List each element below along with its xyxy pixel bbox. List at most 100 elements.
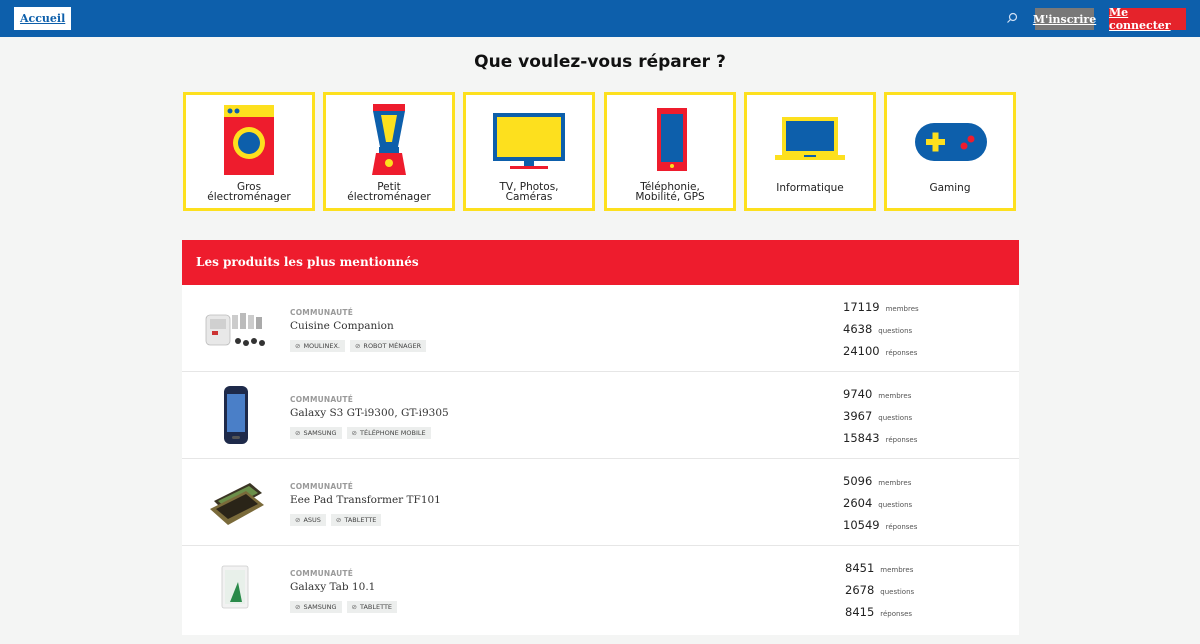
- tag-icon: ⊘: [351, 429, 357, 437]
- home-link[interactable]: Accueil: [14, 7, 72, 30]
- answers-count: 15843: [843, 431, 880, 445]
- questions-stat: 3967 questions: [843, 409, 912, 423]
- questions-label: questions: [880, 588, 915, 596]
- category-label: Informatique: [776, 182, 844, 194]
- tag-icon: ⊘: [295, 603, 301, 611]
- product-tags: ⊘ MOULINEX. ⊘ ROBOT MÉNAGER: [290, 340, 427, 352]
- questions-count: 4638: [843, 322, 873, 336]
- page-title: Que voulez-vous réparer ?: [474, 52, 726, 72]
- tag-label: ROBOT MÉNAGER: [363, 342, 422, 350]
- members-count: 9740: [843, 387, 873, 401]
- product-row[interactable]: COMMUNAUTÉ Galaxy S3 GT-i9300, GT-i9305 …: [182, 372, 1019, 459]
- questions-label: questions: [878, 327, 913, 335]
- answers-count: 10549: [843, 518, 880, 532]
- tag-label: TABLETTE: [344, 516, 377, 524]
- questions-count: 2604: [843, 496, 873, 510]
- members-count: 8451: [845, 561, 875, 575]
- answers-stat: 10549 réponses: [843, 518, 917, 532]
- community-label: COMMUNAUTÉ: [290, 569, 354, 578]
- answers-stat: 24100 réponses: [843, 344, 917, 358]
- food-processor-thumbnail: [205, 313, 265, 346]
- product-tags: ⊘ ASUS ⊘ TABLETTE: [290, 514, 382, 526]
- community-label: COMMUNAUTÉ: [290, 482, 354, 491]
- tag-label: TÉLÉPHONE MOBILE: [360, 429, 426, 437]
- product-row[interactable]: COMMUNAUTÉ Eee Pad Transformer TF101 ⊘ AS…: [182, 459, 1019, 546]
- category-informatique[interactable]: Informatique: [744, 92, 876, 211]
- category-telephonie-mobilite-gps[interactable]: Téléphonie, Mobilité, GPS: [604, 92, 736, 211]
- members-label: membres: [880, 566, 914, 574]
- product-tag[interactable]: ⊘ ASUS: [290, 514, 326, 526]
- answers-stat: 15843 réponses: [843, 431, 917, 445]
- signup-button[interactable]: M'inscrire: [1033, 8, 1096, 30]
- product-row[interactable]: COMMUNAUTÉ Cuisine Companion ⊘ MOULINEX. …: [182, 285, 1019, 372]
- product-tag[interactable]: ⊘ TÉLÉPHONE MOBILE: [346, 427, 431, 439]
- tag-label: SAMSUNG: [303, 429, 337, 437]
- members-label: membres: [878, 392, 912, 400]
- answers-label: réponses: [885, 349, 918, 357]
- answers-label: réponses: [885, 523, 918, 531]
- tag-icon: ⊘: [335, 516, 342, 524]
- members-stat: 9740 membres: [843, 387, 911, 401]
- questions-stat: 2604 questions: [843, 496, 912, 510]
- questions-label: questions: [878, 501, 913, 509]
- category-label: électroménager: [347, 191, 431, 203]
- members-count: 5096: [843, 474, 873, 488]
- answers-count: 24100: [843, 344, 880, 358]
- tag-icon: ⊘: [295, 342, 301, 350]
- tag-icon: ⊘: [295, 429, 301, 437]
- tag-label: TABLETTE: [360, 603, 393, 611]
- product-name[interactable]: Cuisine Companion: [290, 320, 394, 332]
- product-tag[interactable]: ⊘ TABLETTE: [330, 514, 382, 526]
- community-label: COMMUNAUTÉ: [290, 308, 354, 317]
- product-name[interactable]: Galaxy S3 GT-i9300, GT-i9305: [290, 407, 449, 419]
- answers-stat: 8415 réponses: [845, 605, 912, 619]
- product-tag[interactable]: ⊘ SAMSUNG: [290, 601, 342, 613]
- category-gaming[interactable]: Gaming: [884, 92, 1016, 211]
- login-button[interactable]: Me connecter: [1109, 6, 1186, 32]
- tag-label: MOULINEX.: [303, 342, 340, 350]
- top-navigation-bar: Accueil M'inscrire Me connecter: [0, 0, 1200, 37]
- tablet-keyboard-thumbnail: [210, 483, 264, 525]
- product-tag[interactable]: ⊘ TABLETTE: [346, 601, 398, 613]
- product-tags: ⊘ SAMSUNG ⊘ TABLETTE: [290, 601, 398, 613]
- members-label: membres: [878, 479, 912, 487]
- questions-stat: 2678 questions: [845, 583, 914, 597]
- members-stat: 17119 membres: [843, 300, 919, 314]
- tag-icon: ⊘: [354, 342, 361, 350]
- answers-count: 8415: [845, 605, 875, 619]
- questions-label: questions: [878, 414, 913, 422]
- category-gros-electromenager[interactable]: Gros électroménager: [183, 92, 315, 211]
- category-label: Mobilité, GPS: [635, 191, 705, 203]
- panel-title: Les produits les plus mentionnés: [196, 255, 419, 269]
- members-count: 17119: [843, 300, 880, 314]
- questions-stat: 4638 questions: [843, 322, 912, 336]
- community-label: COMMUNAUTÉ: [290, 395, 354, 404]
- members-stat: 5096 membres: [843, 474, 911, 488]
- search-icon[interactable]: [1005, 11, 1019, 25]
- product-name[interactable]: Eee Pad Transformer TF101: [290, 494, 441, 506]
- category-tv-photos-cameras[interactable]: TV, Photos, Caméras: [463, 92, 595, 211]
- product-tags: ⊘ SAMSUNG ⊘ TÉLÉPHONE MOBILE: [290, 427, 431, 439]
- questions-count: 2678: [845, 583, 875, 597]
- category-label: Caméras: [505, 191, 553, 203]
- product-tag[interactable]: ⊘ ROBOT MÉNAGER: [349, 340, 427, 352]
- product-tag[interactable]: ⊘ SAMSUNG: [290, 427, 342, 439]
- product-tag[interactable]: ⊘ MOULINEX.: [290, 340, 345, 352]
- tag-icon: ⊘: [351, 603, 357, 611]
- panel-header: Les produits les plus mentionnés: [182, 240, 1019, 285]
- product-row[interactable]: COMMUNAUTÉ Galaxy Tab 10.1 ⊘ SAMSUNG ⊘ TAB…: [182, 546, 1019, 633]
- tag-label: ASUS: [303, 516, 321, 524]
- answers-label: réponses: [880, 610, 913, 618]
- product-name[interactable]: Galaxy Tab 10.1: [290, 581, 375, 593]
- tag-icon: ⊘: [295, 516, 301, 524]
- answers-label: réponses: [885, 436, 918, 444]
- questions-count: 3967: [843, 409, 873, 423]
- category-label: électroménager: [207, 191, 291, 203]
- members-stat: 8451 membres: [845, 561, 913, 575]
- members-label: membres: [885, 305, 919, 313]
- tablet-thumbnail: [221, 565, 249, 609]
- phone-thumbnail: [224, 386, 248, 444]
- category-label: Gaming: [929, 182, 971, 194]
- tag-label: SAMSUNG: [303, 603, 337, 611]
- category-petit-electromenager[interactable]: Petit électroménager: [323, 92, 455, 211]
